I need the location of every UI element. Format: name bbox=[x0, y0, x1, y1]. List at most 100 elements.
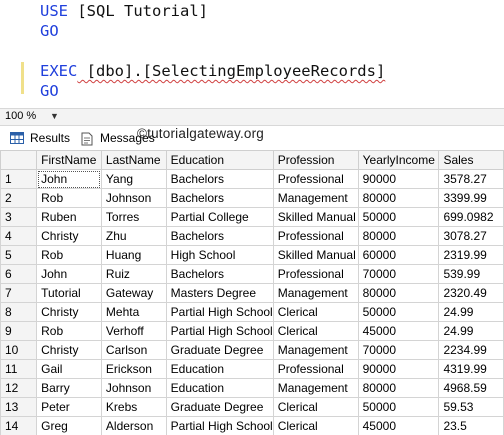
table-row[interactable]: 4 Christy Zhu Bachelors Professional 80000 307… bbox=[0, 226, 504, 246]
table-cell[interactable]: Carlson bbox=[100, 340, 167, 360]
table-cell[interactable]: 70000 bbox=[357, 340, 440, 360]
table-cell[interactable]: Clerical bbox=[272, 416, 359, 435]
table-cell[interactable]: Verhoff bbox=[100, 321, 167, 341]
table-cell[interactable]: Gateway bbox=[100, 283, 167, 303]
table-cell[interactable]: Gail bbox=[36, 359, 102, 379]
table-row[interactable]: 9 Rob Verhoff Partial High School Clerical 45… bbox=[0, 321, 504, 341]
table-cell[interactable]: John bbox=[36, 264, 102, 284]
table-cell[interactable]: 4319.99 bbox=[438, 359, 504, 379]
table-cell[interactable]: Ruiz bbox=[100, 264, 167, 284]
table-cell[interactable]: Management bbox=[272, 188, 359, 208]
table-cell[interactable]: Zhu bbox=[100, 226, 167, 246]
row-number[interactable]: 9 bbox=[0, 321, 38, 341]
row-number[interactable]: 2 bbox=[0, 188, 38, 208]
table-cell[interactable]: Barry bbox=[36, 378, 102, 398]
table-cell[interactable]: Peter bbox=[36, 397, 102, 417]
column-header[interactable]: LastName bbox=[100, 150, 167, 170]
table-cell[interactable]: Clerical bbox=[272, 302, 359, 322]
row-number[interactable]: 11 bbox=[0, 359, 38, 379]
table-cell[interactable]: 60000 bbox=[357, 245, 440, 265]
table-cell[interactable]: 50000 bbox=[357, 207, 440, 227]
table-cell[interactable]: Johnson bbox=[100, 188, 167, 208]
table-cell[interactable]: 4968.59 bbox=[438, 378, 504, 398]
table-cell[interactable]: 90000 bbox=[357, 359, 440, 379]
table-cell[interactable]: 45000 bbox=[357, 321, 440, 341]
row-number[interactable]: 6 bbox=[0, 264, 38, 284]
table-row[interactable]: 14 Greg Alderson Partial High School Clerica… bbox=[0, 416, 504, 435]
table-cell[interactable]: Professional bbox=[272, 264, 359, 284]
column-header[interactable]: FirstName bbox=[36, 150, 102, 170]
table-cell[interactable]: 80000 bbox=[357, 188, 440, 208]
column-header[interactable]: Profession bbox=[272, 150, 359, 170]
table-cell[interactable]: 539.99 bbox=[438, 264, 504, 284]
table-cell[interactable]: Skilled Manual bbox=[272, 245, 359, 265]
table-cell[interactable]: Torres bbox=[100, 207, 167, 227]
table-row[interactable]: 7 Tutorial Gateway Masters Degree Management… bbox=[0, 283, 504, 303]
table-row[interactable]: 3 Ruben Torres Partial College Skilled Manua… bbox=[0, 207, 504, 227]
table-cell[interactable]: Graduate Degree bbox=[165, 340, 274, 360]
table-cell[interactable]: 80000 bbox=[357, 283, 440, 303]
table-cell[interactable]: Partial High School bbox=[165, 302, 274, 322]
table-cell[interactable]: Masters Degree bbox=[165, 283, 274, 303]
table-row[interactable]: 1 John Yang Bachelors Professional 90000 3578.… bbox=[0, 169, 504, 189]
column-header[interactable]: YearlyIncome bbox=[357, 150, 440, 170]
table-cell[interactable]: Bachelors bbox=[165, 188, 274, 208]
table-cell[interactable]: 2319.99 bbox=[438, 245, 504, 265]
row-number[interactable]: 7 bbox=[0, 283, 38, 303]
table-row[interactable]: 10 Christy Carlson Graduate Degree Managemen… bbox=[0, 340, 504, 360]
table-cell[interactable]: 80000 bbox=[357, 226, 440, 246]
row-number[interactable]: 8 bbox=[0, 302, 38, 322]
table-cell[interactable]: Education bbox=[165, 359, 274, 379]
table-cell[interactable]: Christy bbox=[36, 340, 102, 360]
row-number[interactable]: 14 bbox=[0, 416, 38, 435]
table-cell[interactable]: 3399.99 bbox=[438, 188, 504, 208]
column-header[interactable]: Education bbox=[165, 150, 274, 170]
row-number-header[interactable] bbox=[0, 150, 38, 170]
table-row[interactable]: 2 Rob Johnson Bachelors Management 80000 3399.… bbox=[0, 188, 504, 208]
table-cell[interactable]: Ruben bbox=[36, 207, 102, 227]
table-cell[interactable]: Yang bbox=[100, 169, 167, 189]
table-cell[interactable]: High School bbox=[165, 245, 274, 265]
row-number[interactable]: 3 bbox=[0, 207, 38, 227]
table-cell[interactable]: Rob bbox=[36, 245, 102, 265]
table-cell[interactable]: 23.5 bbox=[438, 416, 504, 435]
row-number[interactable]: 13 bbox=[0, 397, 38, 417]
table-cell[interactable]: 45000 bbox=[357, 416, 440, 435]
table-cell[interactable]: Professional bbox=[272, 169, 359, 189]
table-row[interactable]: 5 Rob Huang High School Skilled Manual 60000 2… bbox=[0, 245, 504, 265]
row-number[interactable]: 12 bbox=[0, 378, 38, 398]
results-grid[interactable]: FirstName LastName Education Profession … bbox=[0, 150, 504, 435]
zoom-level[interactable]: 100 % bbox=[5, 110, 36, 122]
table-cell[interactable]: Professional bbox=[272, 359, 359, 379]
tab-results[interactable]: Results bbox=[10, 129, 70, 147]
table-cell[interactable]: Alderson bbox=[100, 416, 167, 435]
table-cell[interactable]: Rob bbox=[36, 321, 102, 341]
table-cell[interactable]: Rob bbox=[36, 188, 102, 208]
table-cell[interactable]: 24.99 bbox=[438, 302, 504, 322]
table-cell[interactable]: Bachelors bbox=[165, 264, 274, 284]
table-cell[interactable]: 2320.49 bbox=[438, 283, 504, 303]
table-cell[interactable]: Professional bbox=[272, 226, 359, 246]
table-cell[interactable]: Partial College bbox=[165, 207, 274, 227]
table-cell[interactable]: Christy bbox=[36, 226, 102, 246]
table-cell[interactable]: Bachelors bbox=[165, 169, 274, 189]
table-cell[interactable]: Clerical bbox=[272, 397, 359, 417]
table-cell[interactable]: Christy bbox=[36, 302, 102, 322]
column-header[interactable]: Sales bbox=[438, 150, 504, 170]
table-cell[interactable]: 80000 bbox=[357, 378, 440, 398]
query-editor[interactable]: USE [SQL Tutorial] GO EXEC [dbo].[Select… bbox=[0, 0, 504, 108]
table-cell[interactable]: Bachelors bbox=[165, 226, 274, 246]
table-row[interactable]: 8 Christy Mehta Partial High School Clerical… bbox=[0, 302, 504, 322]
table-cell[interactable]: 70000 bbox=[357, 264, 440, 284]
table-cell[interactable]: Skilled Manual bbox=[272, 207, 359, 227]
chevron-down-icon[interactable]: ▼ bbox=[50, 111, 59, 121]
table-cell[interactable]: 59.53 bbox=[438, 397, 504, 417]
table-cell[interactable]: Krebs bbox=[100, 397, 167, 417]
row-number[interactable]: 10 bbox=[0, 340, 38, 360]
table-cell[interactable]: Huang bbox=[100, 245, 167, 265]
row-number[interactable]: 5 bbox=[0, 245, 38, 265]
table-cell[interactable]: Partial High School bbox=[165, 321, 274, 341]
table-cell[interactable]: 3578.27 bbox=[438, 169, 504, 189]
row-number[interactable]: 4 bbox=[0, 226, 38, 246]
table-cell[interactable]: 24.99 bbox=[438, 321, 504, 341]
